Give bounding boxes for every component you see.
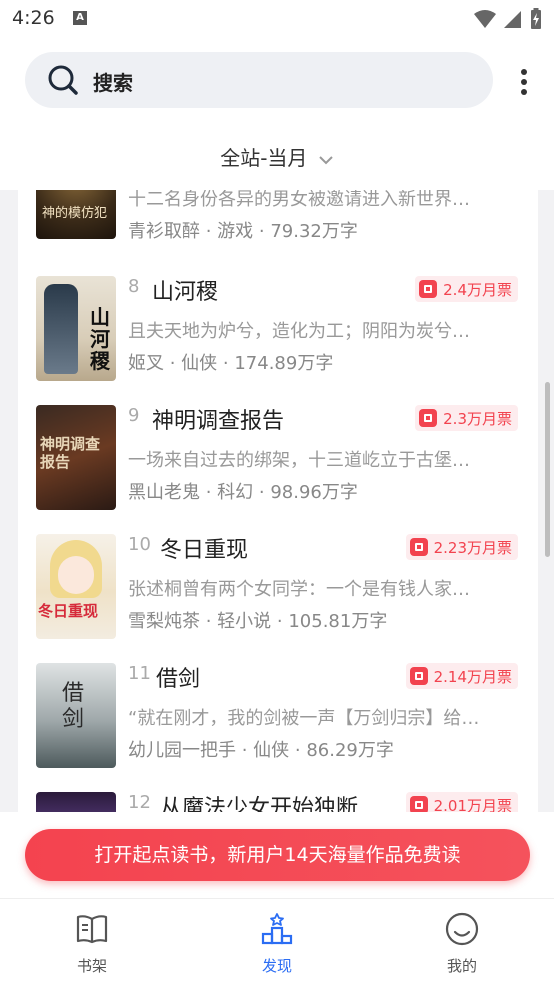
tab-discover[interactable]: 发现 bbox=[237, 911, 317, 976]
book-meta: 姬叉 · 仙侠 · 174.89万字 bbox=[128, 353, 334, 374]
wifi-icon bbox=[474, 10, 496, 28]
book-title: 山河稷 bbox=[152, 280, 219, 305]
more-vertical-icon[interactable] bbox=[520, 68, 528, 96]
vote-count: 2.4万月票 bbox=[443, 280, 512, 299]
rank-number: 10 bbox=[128, 534, 151, 555]
tab-label: 书架 bbox=[76, 957, 107, 975]
header: 搜索 全站-当月 bbox=[0, 40, 554, 190]
book-description: 且夫天地为炉兮，造化为工；阴阳为炭兮… bbox=[128, 321, 470, 342]
book-author: 雪梨炖茶 bbox=[128, 611, 200, 632]
book-words: 86.29万字 bbox=[306, 740, 394, 761]
monthly-vote-badge: 2.4万月票 bbox=[415, 276, 518, 302]
tab-label: 发现 bbox=[261, 957, 292, 975]
book-genre: 游戏 bbox=[217, 221, 254, 242]
monthly-vote-badge: 2.3万月票 bbox=[415, 405, 518, 431]
chevron-down-icon bbox=[319, 155, 333, 164]
status-time: 4:26 bbox=[12, 7, 55, 29]
book-cover: 借剑 bbox=[36, 663, 116, 768]
book-cover: 山河稷 bbox=[36, 276, 116, 381]
book-cover: 神的模仿犯 bbox=[36, 190, 116, 239]
ticket-icon bbox=[419, 409, 438, 427]
book-icon bbox=[76, 915, 108, 944]
list-item[interactable]: 神明调查报告 9 神明调查报告 2.3万月票 一场来自过去的绑架，十三道屹立于古… bbox=[18, 395, 538, 524]
book-title: 冬日重现 bbox=[160, 538, 249, 563]
book-description: 一场来自过去的绑架，十三道屹立于古堡… bbox=[128, 450, 470, 471]
book-meta: 雪梨炖茶 · 轻小说 · 105.81万字 bbox=[128, 611, 388, 632]
search-input[interactable]: 搜索 bbox=[93, 67, 133, 96]
book-genre: 仙侠 bbox=[253, 740, 290, 761]
book-description: 张述桐曾有两个女同学：一个是有钱人家… bbox=[128, 579, 470, 600]
rank-number: 11 bbox=[128, 663, 151, 684]
book-title: 借剑 bbox=[156, 667, 201, 692]
scrollbar[interactable] bbox=[545, 382, 550, 557]
cover-title: 借剑 bbox=[62, 681, 85, 732]
tab-bookshelf[interactable]: 书架 bbox=[52, 911, 132, 976]
list-item[interactable]: 山河稷 8 山河稷 2.4万月票 且夫天地为炉兮，造化为工；阴阳为炭兮… 姬叉 … bbox=[18, 266, 538, 395]
book-words: 98.96万字 bbox=[270, 482, 358, 503]
vote-count: 2.14万月票 bbox=[433, 667, 512, 686]
book-meta: 黑山老鬼 · 科幻 · 98.96万字 bbox=[128, 482, 358, 503]
open-app-button[interactable]: 打开起点读书，新用户14天海量作品免费读 bbox=[25, 829, 530, 881]
book-meta: 幼儿园一把手 · 仙侠 · 86.29万字 bbox=[128, 740, 394, 761]
cover-title: 神明调查报告 bbox=[40, 435, 101, 471]
book-author: 幼儿园一把手 bbox=[128, 740, 236, 761]
book-author: 姬叉 bbox=[128, 353, 164, 374]
rank-number: 12 bbox=[128, 792, 151, 813]
cover-title: 神的模仿犯 bbox=[42, 206, 108, 221]
book-description: “就在刚才，我的剑被一声【万剑归宗】给… bbox=[128, 708, 480, 729]
book-words: 79.32万字 bbox=[270, 221, 358, 242]
search-bar[interactable]: 搜索 bbox=[25, 52, 493, 108]
rank-number: 8 bbox=[128, 276, 140, 297]
cover-title: 冬日重现 bbox=[38, 602, 99, 620]
list-item[interactable]: 冬日重现 10 冬日重现 2.23万月票 张述桐曾有两个女同学：一个是有钱人家…… bbox=[18, 524, 538, 653]
book-genre: 科幻 bbox=[217, 482, 254, 503]
tab-profile[interactable]: 我的 bbox=[422, 911, 502, 976]
book-author: 青衫取醉 bbox=[128, 221, 200, 242]
book-genre: 仙侠 bbox=[181, 353, 218, 374]
tab-label: 我的 bbox=[446, 957, 477, 975]
vote-count: 2.3万月票 bbox=[443, 409, 512, 428]
promo-banner-area: 打开起点读书，新用户14天海量作品免费读 bbox=[0, 812, 554, 898]
podium-icon bbox=[261, 913, 293, 945]
rank-number: 9 bbox=[128, 405, 140, 426]
book-title: 神明调查报告 bbox=[152, 409, 285, 434]
filter-dropdown[interactable]: 全站-当月 bbox=[0, 142, 554, 171]
notification-icon: A bbox=[73, 11, 87, 25]
book-cover: 神明调查报告 bbox=[36, 405, 116, 510]
monthly-vote-badge: 2.23万月票 bbox=[405, 534, 518, 560]
status-bar: 4:26 A bbox=[0, 0, 554, 40]
smiley-icon bbox=[445, 912, 479, 946]
status-icons bbox=[474, 8, 542, 30]
ticket-icon bbox=[419, 280, 438, 298]
list-item[interactable]: 神的模仿犯 十二名身份各异的男女被邀请进入新世界… 青衫取醉 · 游戏 · 79… bbox=[18, 190, 538, 251]
book-meta: 青衫取醉 · 游戏 · 79.32万字 bbox=[128, 221, 358, 242]
cover-title: 山河稷 bbox=[90, 305, 110, 373]
ticket-icon bbox=[409, 538, 428, 556]
ranking-list: 神的模仿犯 十二名身份各异的男女被邀请进入新世界… 青衫取醉 · 游戏 · 79… bbox=[18, 190, 538, 830]
bottom-tab-bar: 书架 发现 我的 bbox=[0, 898, 554, 984]
search-icon bbox=[48, 65, 78, 95]
signal-icon bbox=[504, 11, 521, 28]
list-item[interactable]: 借剑 11 借剑 2.14万月票 “就在刚才，我的剑被一声【万剑归宗】给… 幼儿… bbox=[18, 653, 538, 782]
book-words: 174.89万字 bbox=[234, 353, 334, 374]
monthly-vote-badge: 2.14万月票 bbox=[405, 663, 518, 689]
book-author: 黑山老鬼 bbox=[128, 482, 200, 503]
battery-icon bbox=[531, 8, 541, 29]
vote-count: 2.23万月票 bbox=[433, 538, 512, 557]
filter-label: 全站-当月 bbox=[220, 146, 308, 170]
book-description: 十二名身份各异的男女被邀请进入新世界… bbox=[128, 190, 470, 210]
book-words: 105.81万字 bbox=[288, 611, 388, 632]
ticket-icon bbox=[409, 667, 428, 685]
book-genre: 轻小说 bbox=[217, 611, 272, 632]
book-cover: 冬日重现 bbox=[36, 534, 116, 639]
